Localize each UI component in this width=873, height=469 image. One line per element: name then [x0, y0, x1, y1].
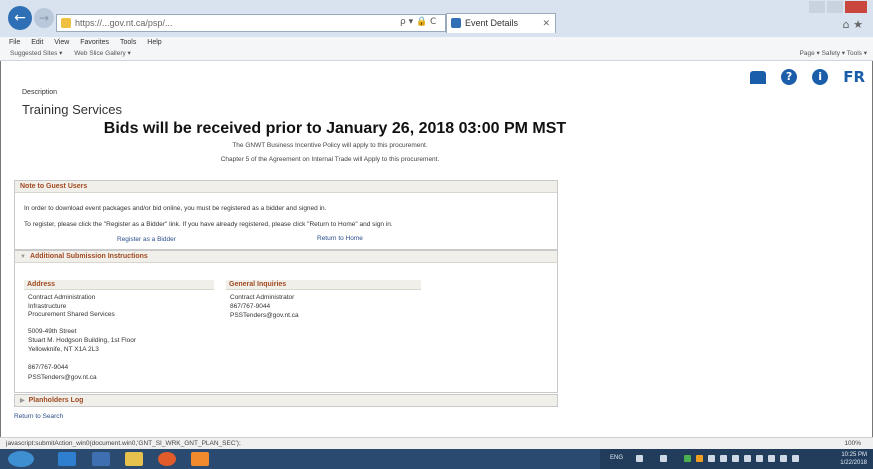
menu-help[interactable]: Help	[147, 39, 161, 46]
address-line: Yellowknife, NT X1A 2L3	[28, 346, 99, 353]
description-value: Training Services	[22, 102, 122, 117]
address-line: 5009-49th Street	[28, 328, 77, 335]
clock[interactable]: 10:25 PM 1/22/2018	[840, 451, 867, 467]
language-indicator[interactable]: ENG	[610, 455, 623, 461]
home-icon[interactable]	[749, 71, 766, 84]
general-inquiries-heading: General Inquiries	[226, 280, 421, 290]
planholders-log-title[interactable]: ▶ Planholders Log	[15, 395, 557, 406]
address-email: PSSTenders@gov.nt.ca	[28, 374, 97, 381]
forward-icon[interactable]: →	[34, 8, 54, 28]
french-language-link[interactable]: FR	[843, 68, 865, 86]
close-window-button[interactable]	[845, 1, 867, 13]
ie-taskbar-icon[interactable]	[58, 452, 76, 466]
info-icon[interactable]: i	[812, 68, 829, 85]
back-icon[interactable]: ←	[8, 6, 32, 30]
tab-title: Event Details	[465, 18, 519, 28]
window-controls	[807, 0, 867, 18]
browser-titlebar: ← → https://...gov.nt.ca/psp/... ρ ▾ 🔒 C…	[0, 0, 873, 37]
address-line: Procurement Shared Services	[28, 311, 115, 318]
submission-instructions-panel: ▼ Additional Submission Instructions Addr…	[14, 250, 558, 393]
register-as-bidder-link[interactable]: Register as a Bidder	[117, 236, 176, 243]
tray-icon[interactable]	[744, 455, 751, 462]
address-line: Contract Administration	[28, 294, 96, 301]
tray-icon[interactable]	[732, 455, 739, 462]
address-phone: 867/767-9044	[28, 364, 69, 371]
minimize-button[interactable]	[809, 1, 825, 13]
menu-tools[interactable]: Tools	[120, 39, 136, 46]
page-icons: ? i FR	[740, 66, 865, 86]
address-line: Infrastructure	[28, 303, 67, 310]
taskbar: ENG 10:25 PM 1/22/2018	[0, 449, 873, 469]
folder-taskbar-icon[interactable]	[125, 452, 143, 466]
return-to-home-link[interactable]: Return to Home	[317, 235, 363, 242]
volume-icon[interactable]	[792, 455, 799, 462]
status-text: javascript:submitAction_win0(document.wi…	[6, 440, 241, 447]
inquiries-phone: 867/767-9044	[230, 303, 271, 310]
page-icon	[451, 18, 461, 28]
policy-notice-2: Chapter 5 of the Agreement on Internal T…	[220, 156, 440, 163]
return-to-search-link[interactable]: Return to Search	[14, 413, 63, 420]
tray-icon[interactable]	[768, 455, 775, 462]
menu-edit[interactable]: Edit	[31, 39, 43, 46]
menu-file[interactable]: File	[9, 39, 20, 46]
guest-users-line-1: In order to download event packages and/…	[24, 205, 327, 212]
app-taskbar-icon[interactable]	[191, 452, 209, 466]
tab-event-details[interactable]: Event Details ✕	[446, 13, 556, 33]
tray-icon[interactable]	[636, 455, 643, 462]
status-bar: javascript:submitAction_win0(document.wi…	[0, 437, 873, 449]
bids-deadline-notice: Bids will be received prior to January 2…	[103, 120, 567, 137]
address-bar[interactable]: https://...gov.nt.ca/psp/...	[56, 14, 446, 32]
favorites-bar: Suggested Sites ▾ Web Slice Gallery ▾ Pa…	[0, 48, 873, 61]
submission-instructions-title[interactable]: ▼ Additional Submission Instructions	[15, 251, 557, 263]
clock-date: 1/22/2018	[840, 460, 867, 466]
address-url: https://...gov.nt.ca/psp/...	[75, 18, 173, 28]
inquiries-email: PSSTenders@gov.nt.ca	[230, 312, 299, 319]
lock-icon	[61, 18, 71, 28]
description-label: Description	[22, 89, 58, 96]
favorite-suggested-sites[interactable]: Suggested Sites ▾	[10, 50, 62, 57]
help-icon[interactable]: ?	[781, 68, 798, 85]
menu-view[interactable]: View	[54, 39, 69, 46]
address-heading: Address	[24, 280, 214, 290]
guest-users-panel-title: Note to Guest Users	[15, 181, 557, 193]
home-favorites-icons[interactable]: ⌂ ★	[843, 18, 863, 31]
menu-bar: File Edit View Favorites Tools Help	[0, 37, 873, 48]
start-button[interactable]	[8, 451, 34, 467]
tray-icon[interactable]	[684, 455, 691, 462]
inquiries-line: Contract Administrator	[230, 294, 295, 301]
favorite-web-slice-gallery[interactable]: Web Slice Gallery ▾	[74, 50, 131, 57]
menu-favorites[interactable]: Favorites	[80, 39, 109, 46]
close-tab-icon[interactable]: ✕	[542, 14, 550, 32]
address-line: Stuart M. Hodgson Building, 1st Floor	[28, 337, 137, 344]
system-tray: ENG 10:25 PM 1/22/2018	[600, 449, 873, 469]
tray-icon[interactable]	[660, 455, 667, 462]
tray-icon[interactable]	[708, 455, 715, 462]
zoom-level[interactable]: 100%	[844, 438, 861, 449]
tray-icon[interactable]	[780, 455, 787, 462]
command-bar[interactable]: Page ▾ Safety ▾ Tools ▾	[800, 48, 867, 60]
policy-notice-1: The GNWT Business Incentive Policy will …	[232, 142, 428, 149]
maximize-button[interactable]	[827, 1, 843, 13]
tray-icon[interactable]	[696, 455, 703, 462]
media-taskbar-icon[interactable]	[92, 452, 110, 466]
guest-users-line-2: To register, please click the "Register …	[24, 221, 393, 228]
clock-time: 10:25 PM	[841, 452, 867, 458]
guest-users-panel: Note to Guest Users In order to download…	[14, 180, 558, 250]
collapse-icon[interactable]: ▼	[20, 254, 26, 260]
expand-icon[interactable]: ▶	[20, 398, 25, 404]
tray-icon[interactable]	[756, 455, 763, 462]
firefox-taskbar-icon[interactable]	[158, 452, 176, 466]
planholders-log-panel[interactable]: ▶ Planholders Log	[14, 394, 558, 407]
address-tools[interactable]: ρ ▾ 🔒 C	[400, 17, 436, 27]
tray-icon[interactable]	[720, 455, 727, 462]
